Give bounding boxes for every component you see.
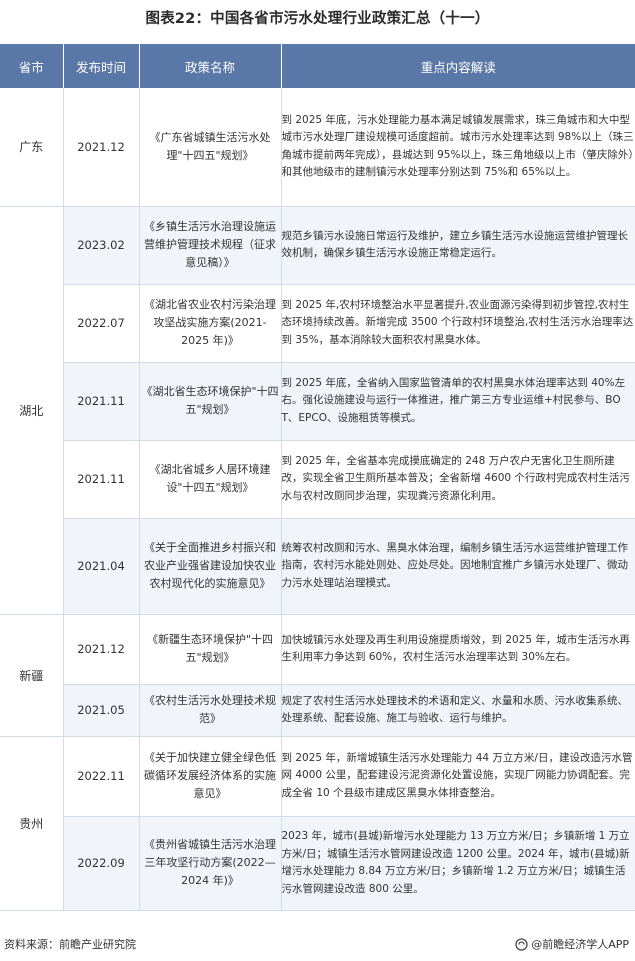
table-row: 2021.04 《关于全面推进乡村振兴和农业产业强省建设加快农业农村现代化的实施…	[0, 518, 635, 615]
table-row: 2022.09 《贵州省城镇生活污水治理三年攻坚行动方案(2022—2024 年…	[0, 816, 635, 911]
content-cell: 到 2025 年,农村环境整治水平显著提升,农业面源污染得到初步管控,农村生态环…	[281, 284, 635, 363]
source-note: 资料来源：前瞻产业研究院	[4, 938, 136, 951]
table-row: 贵州 2022.11 《关于加快建立健全绿色低碳循环发展经济体系的实施意见》 到…	[0, 736, 635, 911]
date-cell: 2023.02	[63, 206, 140, 285]
policy-name-cell: 《广东省城镇生活污水处理"十四五"规划》	[139, 88, 282, 207]
province-cell-guizhou: 贵州	[0, 736, 64, 911]
content-cell: 到 2025 年底，全省纳入国家监管清单的农村黑臭水体治理率达到 40%左右。强…	[281, 362, 635, 441]
date-cell: 2022.11	[63, 736, 140, 817]
table-row: 2021.11 《湖北省生态环境保护"十四五"规划》 到 2025 年底，全省纳…	[0, 362, 635, 441]
app-credit: @前瞻经济学人APP	[515, 936, 629, 952]
header-content: 重点内容解读	[281, 44, 635, 88]
date-cell: 2022.09	[63, 816, 140, 911]
app-credit-text: @前瞻经济学人APP	[531, 938, 629, 951]
date-cell: 2021.05	[63, 684, 140, 737]
policy-table: 省市 发布时间 政策名称 重点内容解读 广东 2021.12 《广东省城镇生活污…	[0, 44, 635, 911]
policy-name-cell: 《湖北省生态环境保护"十四五"规划》	[139, 362, 282, 441]
policy-name-cell: 《农村生活污水处理技术规范》	[139, 684, 282, 737]
content-cell: 到 2025 年，全省基本完成摸底确定的 248 万户农户无害化卫生厕所建改，实…	[281, 440, 635, 519]
table-row: 2021.05 《农村生活污水处理技术规范》 规定了农村生活污水处理技术的术语和…	[0, 684, 635, 737]
table-row: 广东 2021.12 《广东省城镇生活污水处理"十四五"规划》 到 2025 年…	[0, 88, 635, 207]
table-row: 新疆 2021.12 《新疆生态环境保护"十四五"规划》 加快城镇污水处理及再生…	[0, 614, 635, 737]
table-row: 2022.07 《湖北省农业农村污染治理攻坚战实施方案(2021-2025 年)…	[0, 284, 635, 363]
header-province: 省市	[0, 44, 64, 88]
header-date: 发布时间	[63, 44, 140, 88]
content-cell: 到 2025 年底，污水处理能力基本满足城镇发展需求，珠三角城市和大中型城市污水…	[281, 88, 635, 207]
province-cell-xinjiang: 新疆	[0, 614, 64, 737]
table-row: 2021.11 《湖北省城乡人居环境建设"十四五"规划》 到 2025 年，全省…	[0, 440, 635, 519]
date-cell: 2021.11	[63, 362, 140, 441]
province-cell-hubei: 湖北	[0, 206, 64, 615]
policy-name-cell: 《乡镇生活污水治理设施运营维护管理技术规程（征求意见稿）》	[139, 206, 282, 285]
date-cell: 2021.04	[63, 518, 140, 615]
date-cell: 2021.11	[63, 440, 140, 519]
content-cell: 统筹农村改厕和污水、黑臭水体治理，编制乡镇生活污水运营维护管理工作指南，农村污水…	[281, 518, 635, 615]
footer: 资料来源：前瞻产业研究院 @前瞻经济学人APP	[0, 930, 635, 958]
date-cell: 2022.07	[63, 284, 140, 363]
policy-name-cell: 《贵州省城镇生活污水治理三年攻坚行动方案(2022—2024 年)》	[139, 816, 282, 911]
policy-name-cell: 《湖北省农业农村污染治理攻坚战实施方案(2021-2025 年)》	[139, 284, 282, 363]
policy-name-cell: 《关于全面推进乡村振兴和农业产业强省建设加快农业农村现代化的实施意见》	[139, 518, 282, 615]
header-policy-name: 政策名称	[139, 44, 282, 88]
date-cell: 2021.12	[63, 614, 140, 685]
table-row: 湖北 2023.02 《乡镇生活污水治理设施运营维护管理技术规程（征求意见稿）》…	[0, 206, 635, 615]
table-header-row: 省市 发布时间 政策名称 重点内容解读	[0, 44, 635, 88]
policy-name-cell: 《湖北省城乡人居环境建设"十四五"规划》	[139, 440, 282, 519]
policy-name-cell: 《新疆生态环境保护"十四五"规划》	[139, 614, 282, 685]
content-cell: 加快城镇污水处理及再生利用设施提质增效，到 2025 年，城市生活污水再生利用率…	[281, 614, 635, 685]
province-cell-guangdong: 广东	[0, 88, 64, 207]
app-logo-icon	[515, 937, 528, 951]
content-cell: 2023 年，城市(县城)新增污水处理能力 13 万立方米/日；乡镇新增 1 万…	[281, 816, 635, 911]
date-cell: 2021.12	[63, 88, 140, 207]
content-cell: 规范乡镇污水设施日常运行及维护，建立乡镇生活污水设施运营维护管理长效机制，确保乡…	[281, 206, 635, 285]
page-title: 图表22：中国各省市污水处理行业政策汇总（十一）	[145, 11, 490, 27]
policy-name-cell: 《关于加快建立健全绿色低碳循环发展经济体系的实施意见》	[139, 736, 282, 817]
content-cell: 规定了农村生活污水处理技术的术语和定义、水量和水质、污水收集系统、处理系统、配套…	[281, 684, 635, 737]
content-cell: 到 2025 年，新增城镇生活污水处理能力 44 万立方米/日，建设改造污水管网…	[281, 736, 635, 817]
